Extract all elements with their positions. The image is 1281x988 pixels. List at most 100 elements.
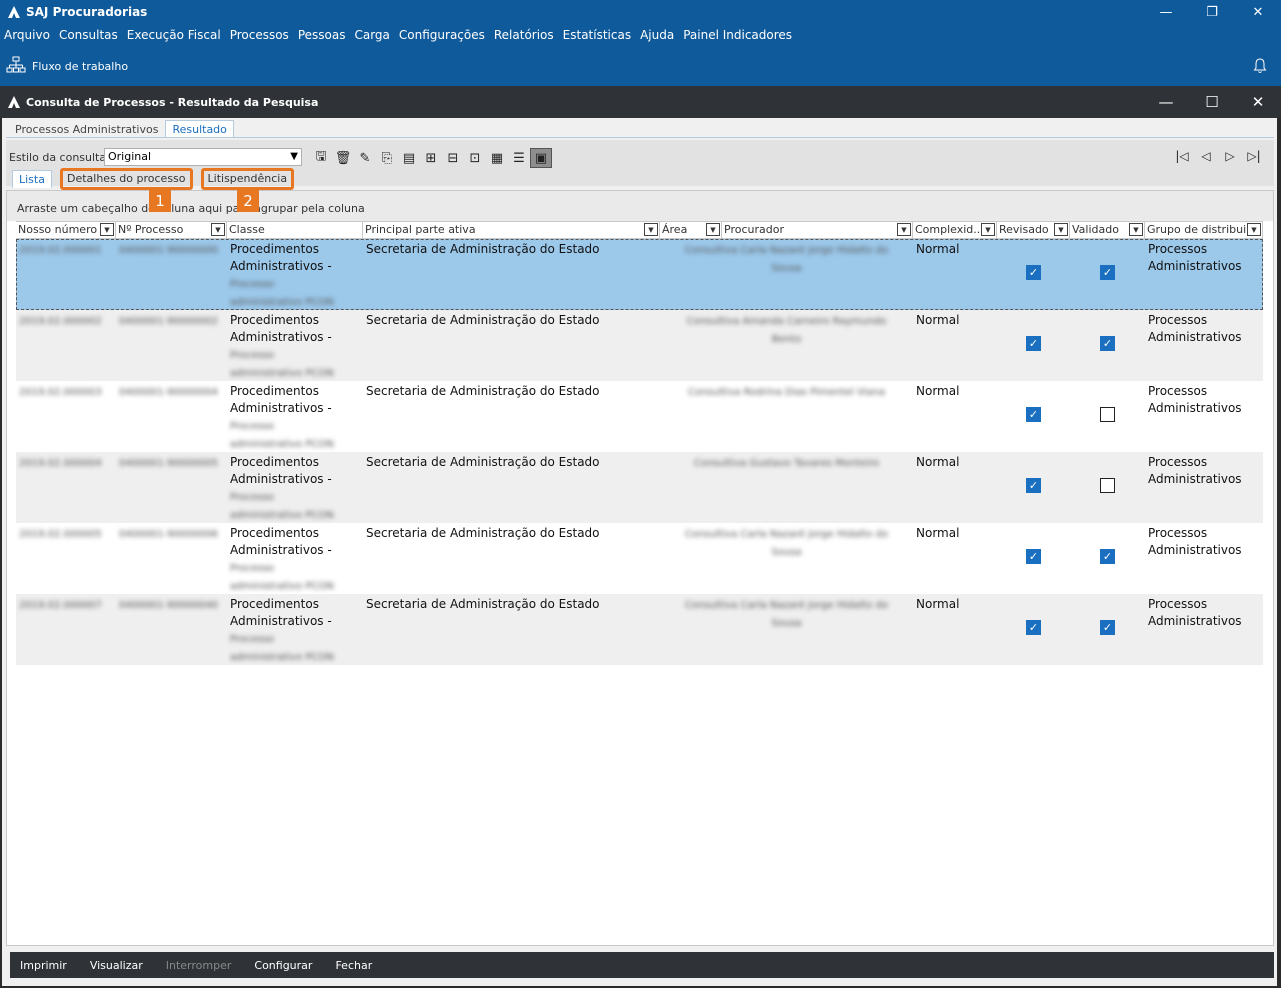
filter-dropdown-icon[interactable]: ▼ <box>897 223 911 236</box>
validado-checkbox[interactable] <box>1100 407 1115 422</box>
table-row[interactable]: 2019.02.000005 0400001-90000006 Procedimen… <box>16 523 1263 594</box>
validado-checkbox[interactable]: ✓ <box>1100 620 1115 635</box>
menu-relatorios[interactable]: Relatórios <box>494 28 554 42</box>
tree-icon[interactable]: ⊞ <box>420 148 442 168</box>
filter-dropdown-icon[interactable]: ▼ <box>211 223 225 236</box>
filter-dropdown-icon[interactable]: ▼ <box>644 223 658 236</box>
cell-text: Procedimentos <box>230 597 319 611</box>
save-icon[interactable]: 🖫 <box>310 148 332 168</box>
cell-text: Administrativos - <box>230 259 332 273</box>
table-cell: Procedimentos Administrativos - Processo ad… <box>227 594 363 665</box>
validado-checkbox[interactable]: ✓ <box>1100 265 1115 280</box>
tab-processos-administrativos[interactable]: Processos Administrativos <box>8 120 165 138</box>
col-principal-parte-ativa[interactable]: Principal parte ativa ▼ <box>363 222 660 239</box>
callout-badge-2: 2 <box>237 190 259 212</box>
estilo-select[interactable]: Original ▼ <box>104 148 302 166</box>
table-cell: Procedimentos Administrativos - Processo ad… <box>227 381 363 452</box>
fechar-button[interactable]: Fechar <box>335 959 372 972</box>
validado-checkbox[interactable]: ✓ <box>1100 336 1115 351</box>
filter-dropdown-icon[interactable]: ▼ <box>981 223 995 236</box>
tab-resultado[interactable]: Resultado <box>165 120 234 138</box>
col-validado[interactable]: Validado ▼ <box>1070 222 1145 239</box>
child-close-button[interactable]: ✕ <box>1235 86 1281 118</box>
grid-icon[interactable]: ⊡ <box>464 148 486 168</box>
table-cell: 2019.02.000002 <box>16 310 116 381</box>
close-button[interactable]: ✕ <box>1235 0 1281 24</box>
menu-estatisticas[interactable]: Estatísticas <box>563 28 631 42</box>
document-icon[interactable]: ▤ <box>398 148 420 168</box>
filter-dropdown-icon[interactable]: ▼ <box>100 223 114 236</box>
revisado-cell: ✓ <box>997 523 1070 594</box>
revisado-checkbox[interactable]: ✓ <box>1026 549 1041 564</box>
revisado-checkbox[interactable]: ✓ <box>1026 407 1041 422</box>
cell-text: Processos <box>1148 313 1208 327</box>
top-tabs: Processos Administrativos Resultado <box>8 120 234 138</box>
delete-icon[interactable]: 🗑 <box>332 148 354 168</box>
cell-text: Administrativos - <box>230 614 332 628</box>
filter-dropdown-icon[interactable]: ▼ <box>1054 223 1068 236</box>
bell-icon[interactable] <box>1253 58 1267 77</box>
chevron-down-icon[interactable]: ▼ <box>290 149 298 165</box>
list-icon[interactable]: ▦ <box>486 148 508 168</box>
menu-carga[interactable]: Carga <box>354 28 389 42</box>
table-row[interactable]: 2019.02.000007 0400001-90000040 Procedimen… <box>16 594 1263 665</box>
restore-button[interactable]: ❐ <box>1189 0 1235 24</box>
last-page-icon[interactable]: ▷| <box>1242 146 1266 166</box>
table-cell: Secretaria de Administração do Estado <box>363 310 660 381</box>
layout-toggle-icon[interactable]: ▣ <box>530 148 552 168</box>
workflow-icon[interactable] <box>6 56 26 77</box>
col-area[interactable]: Área ▼ <box>660 222 722 239</box>
minimize-button[interactable]: — <box>1143 0 1189 24</box>
table-cell: 0400001-90000040 <box>116 594 227 665</box>
export-icon[interactable]: ⎘ <box>376 148 398 168</box>
col-procurador[interactable]: Procurador ▼ <box>722 222 913 239</box>
menu-processos[interactable]: Processos <box>230 28 289 42</box>
col-classe[interactable]: Classe <box>227 222 363 239</box>
tab-lista[interactable]: Lista <box>12 170 52 188</box>
menu-arquivo[interactable]: Arquivo <box>4 28 50 42</box>
visualizar-button[interactable]: Visualizar <box>90 959 143 972</box>
workflow-label[interactable]: Fluxo de trabalho <box>32 60 128 73</box>
filter-dropdown-icon[interactable]: ▼ <box>1247 223 1261 236</box>
filter-dropdown-icon[interactable]: ▼ <box>1129 223 1143 236</box>
table-cell: Secretaria de Administração do Estado <box>363 452 660 523</box>
col-n-processo[interactable]: Nº Processo ▼ <box>116 222 227 239</box>
revisado-checkbox[interactable]: ✓ <box>1026 336 1041 351</box>
first-page-icon[interactable]: |◁ <box>1170 146 1194 166</box>
table-row[interactable]: 2019.02.000002 0400001-90000002 Procedimen… <box>16 310 1263 381</box>
col-complexidade[interactable]: Complexid... ▼ <box>913 222 997 239</box>
table-row[interactable]: 2019.02.000001 0400001-90000000 Procedimen… <box>16 239 1263 310</box>
page-navigation: |◁ ◁ ▷ ▷| <box>1170 146 1266 166</box>
edit-icon[interactable]: ✎ <box>354 148 376 168</box>
cell-text: Administrativos <box>1148 259 1242 273</box>
configurar-button[interactable]: Configurar <box>254 959 312 972</box>
next-page-icon[interactable]: ▷ <box>1218 146 1242 166</box>
imprimir-button[interactable]: Imprimir <box>20 959 67 972</box>
tab-litispendencia[interactable]: Litispendência <box>200 168 295 190</box>
revisado-checkbox[interactable]: ✓ <box>1026 620 1041 635</box>
columns-icon[interactable]: ⊟ <box>442 148 464 168</box>
menu-configuracoes[interactable]: Configurações <box>399 28 485 42</box>
child-minimize-button[interactable]: — <box>1143 86 1189 118</box>
menu-execucao-fiscal[interactable]: Execução Fiscal <box>127 28 221 42</box>
revisado-checkbox[interactable]: ✓ <box>1026 478 1041 493</box>
menu-ajuda[interactable]: Ajuda <box>640 28 674 42</box>
menu-painel-indicadores[interactable]: Painel Indicadores <box>683 28 792 42</box>
cell-text: administrativo PCON <box>230 297 334 308</box>
col-nosso-numero[interactable]: Nosso número ▼ <box>16 222 116 239</box>
table-row[interactable]: 2019.02.000004 0400001-90000005 Procedimen… <box>16 452 1263 523</box>
view-icon[interactable]: ☰ <box>508 148 530 168</box>
prev-page-icon[interactable]: ◁ <box>1194 146 1218 166</box>
validado-cell <box>1070 452 1145 523</box>
menu-consultas[interactable]: Consultas <box>59 28 118 42</box>
validado-checkbox[interactable]: ✓ <box>1100 549 1115 564</box>
tab-detalhes-do-processo[interactable]: Detalhes do processo <box>59 168 193 190</box>
validado-checkbox[interactable] <box>1100 478 1115 493</box>
menu-pessoas[interactable]: Pessoas <box>298 28 346 42</box>
col-grupo-distribuicao[interactable]: Grupo de distribui... ▼ <box>1145 222 1263 239</box>
filter-dropdown-icon[interactable]: ▼ <box>706 223 720 236</box>
col-revisado[interactable]: Revisado ▼ <box>997 222 1070 239</box>
child-maximize-button[interactable]: ☐ <box>1189 86 1235 118</box>
revisado-checkbox[interactable]: ✓ <box>1026 265 1041 280</box>
table-row[interactable]: 2019.02.000003 0400001-90000004 Procedimen… <box>16 381 1263 452</box>
